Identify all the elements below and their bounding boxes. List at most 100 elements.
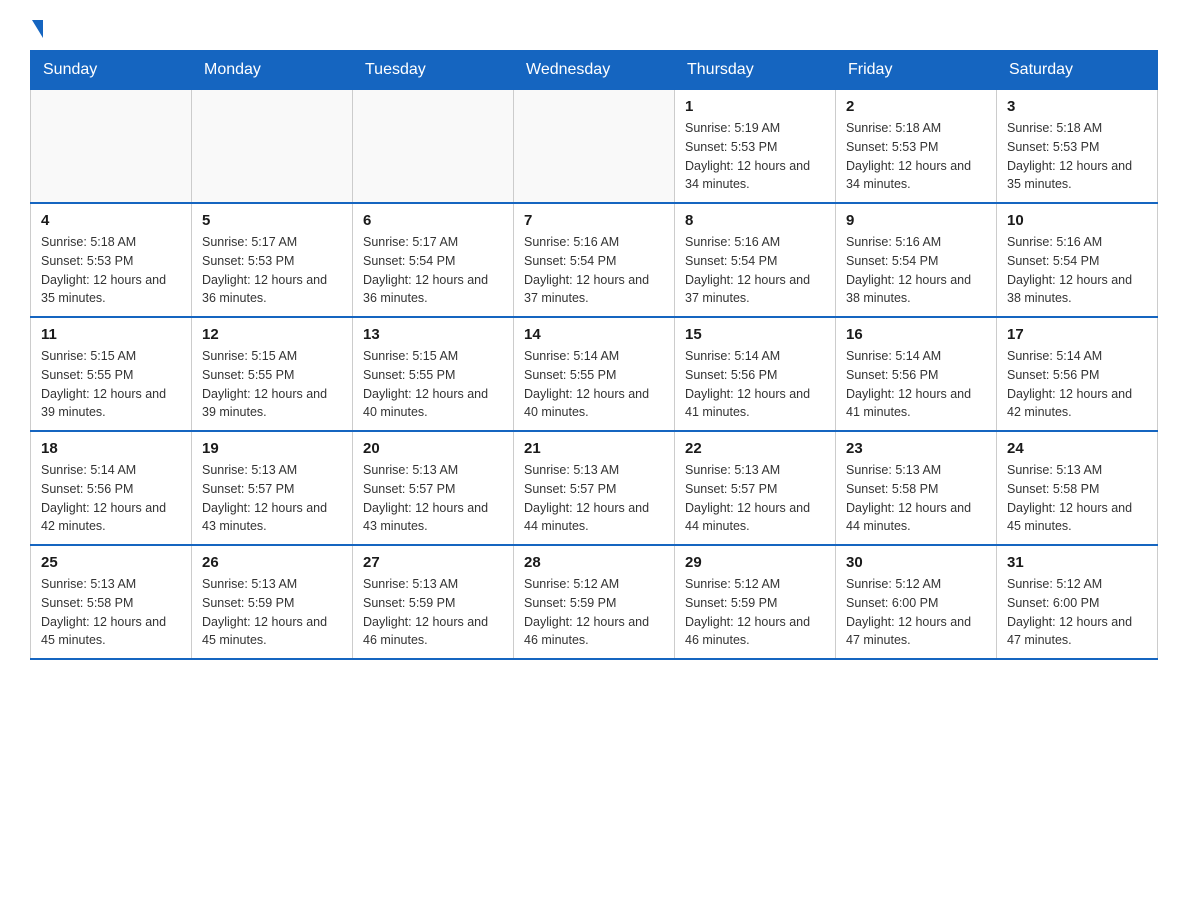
day-info: Sunrise: 5:15 AM Sunset: 5:55 PM Dayligh… <box>41 347 181 422</box>
day-info: Sunrise: 5:13 AM Sunset: 5:59 PM Dayligh… <box>202 575 342 650</box>
weekday-header-thursday: Thursday <box>675 51 836 90</box>
day-info: Sunrise: 5:19 AM Sunset: 5:53 PM Dayligh… <box>685 119 825 194</box>
calendar-cell: 27 Sunrise: 5:13 AM Sunset: 5:59 PM Dayli… <box>353 545 514 659</box>
day-number: 31 <box>1007 554 1147 571</box>
weekday-header-sunday: Sunday <box>31 51 192 90</box>
page-header <box>30 20 1158 30</box>
day-info: Sunrise: 5:17 AM Sunset: 5:53 PM Dayligh… <box>202 233 342 308</box>
day-number: 25 <box>41 554 181 571</box>
calendar-cell: 30Sunrise: 5:12 AM Sunset: 6:00 PM Dayli… <box>836 545 997 659</box>
day-info: Sunrise: 5:13 AM Sunset: 5:57 PM Dayligh… <box>363 461 503 536</box>
calendar-cell: 29 Sunrise: 5:12 AM Sunset: 5:59 PM Dayli… <box>675 545 836 659</box>
logo-triangle-icon <box>32 20 43 38</box>
weekday-header-tuesday: Tuesday <box>353 51 514 90</box>
calendar-week-row: 11 Sunrise: 5:15 AM Sunset: 5:55 PM Dayli… <box>31 317 1158 431</box>
day-info: Sunrise: 5:18 AM Sunset: 5:53 PM Dayligh… <box>846 119 986 194</box>
day-info: Sunrise: 5:14 AM Sunset: 5:56 PM Dayligh… <box>685 347 825 422</box>
weekday-header-wednesday: Wednesday <box>514 51 675 90</box>
day-info: Sunrise: 5:13 AM Sunset: 5:58 PM Dayligh… <box>41 575 181 650</box>
day-info: Sunrise: 5:16 AM Sunset: 5:54 PM Dayligh… <box>685 233 825 308</box>
calendar-cell <box>514 90 675 204</box>
calendar-cell: 28 Sunrise: 5:12 AM Sunset: 5:59 PM Dayli… <box>514 545 675 659</box>
day-number: 28 <box>524 554 664 571</box>
calendar-cell: 6Sunrise: 5:17 AM Sunset: 5:54 PM Daylig… <box>353 203 514 317</box>
day-info: Sunrise: 5:13 AM Sunset: 5:58 PM Dayligh… <box>1007 461 1147 536</box>
day-number: 27 <box>363 554 503 571</box>
day-number: 19 <box>202 440 342 457</box>
calendar-table: SundayMondayTuesdayWednesdayThursdayFrid… <box>30 50 1158 660</box>
day-number: 8 <box>685 212 825 229</box>
day-number: 9 <box>846 212 986 229</box>
calendar-cell: 8 Sunrise: 5:16 AM Sunset: 5:54 PM Daylig… <box>675 203 836 317</box>
day-number: 3 <box>1007 98 1147 115</box>
day-info: Sunrise: 5:14 AM Sunset: 5:56 PM Dayligh… <box>1007 347 1147 422</box>
day-info: Sunrise: 5:16 AM Sunset: 5:54 PM Dayligh… <box>524 233 664 308</box>
calendar-header-row: SundayMondayTuesdayWednesdayThursdayFrid… <box>31 51 1158 90</box>
day-info: Sunrise: 5:12 AM Sunset: 6:00 PM Dayligh… <box>846 575 986 650</box>
day-number: 17 <box>1007 326 1147 343</box>
calendar-cell: 19 Sunrise: 5:13 AM Sunset: 5:57 PM Dayli… <box>192 431 353 545</box>
day-number: 1 <box>685 98 825 115</box>
day-info: Sunrise: 5:15 AM Sunset: 5:55 PM Dayligh… <box>363 347 503 422</box>
calendar-cell: 26 Sunrise: 5:13 AM Sunset: 5:59 PM Dayli… <box>192 545 353 659</box>
calendar-cell: 9 Sunrise: 5:16 AM Sunset: 5:54 PM Daylig… <box>836 203 997 317</box>
day-number: 2 <box>846 98 986 115</box>
calendar-cell: 21Sunrise: 5:13 AM Sunset: 5:57 PM Dayli… <box>514 431 675 545</box>
logo <box>30 20 43 30</box>
calendar-cell: 25 Sunrise: 5:13 AM Sunset: 5:58 PM Dayli… <box>31 545 192 659</box>
day-number: 24 <box>1007 440 1147 457</box>
day-info: Sunrise: 5:14 AM Sunset: 5:55 PM Dayligh… <box>524 347 664 422</box>
calendar-cell <box>31 90 192 204</box>
day-info: Sunrise: 5:14 AM Sunset: 5:56 PM Dayligh… <box>846 347 986 422</box>
day-number: 5 <box>202 212 342 229</box>
calendar-cell <box>353 90 514 204</box>
calendar-cell <box>192 90 353 204</box>
day-info: Sunrise: 5:15 AM Sunset: 5:55 PM Dayligh… <box>202 347 342 422</box>
calendar-cell: 12 Sunrise: 5:15 AM Sunset: 5:55 PM Dayli… <box>192 317 353 431</box>
day-number: 23 <box>846 440 986 457</box>
day-number: 18 <box>41 440 181 457</box>
day-info: Sunrise: 5:12 AM Sunset: 6:00 PM Dayligh… <box>1007 575 1147 650</box>
day-info: Sunrise: 5:18 AM Sunset: 5:53 PM Dayligh… <box>1007 119 1147 194</box>
day-info: Sunrise: 5:13 AM Sunset: 5:57 PM Dayligh… <box>685 461 825 536</box>
day-number: 20 <box>363 440 503 457</box>
calendar-cell: 17 Sunrise: 5:14 AM Sunset: 5:56 PM Dayli… <box>997 317 1158 431</box>
calendar-week-row: 25 Sunrise: 5:13 AM Sunset: 5:58 PM Dayli… <box>31 545 1158 659</box>
day-number: 4 <box>41 212 181 229</box>
day-info: Sunrise: 5:14 AM Sunset: 5:56 PM Dayligh… <box>41 461 181 536</box>
day-info: Sunrise: 5:12 AM Sunset: 5:59 PM Dayligh… <box>524 575 664 650</box>
calendar-cell: 22 Sunrise: 5:13 AM Sunset: 5:57 PM Dayli… <box>675 431 836 545</box>
day-number: 12 <box>202 326 342 343</box>
calendar-cell: 3 Sunrise: 5:18 AM Sunset: 5:53 PM Daylig… <box>997 90 1158 204</box>
day-number: 10 <box>1007 212 1147 229</box>
calendar-cell: 11 Sunrise: 5:15 AM Sunset: 5:55 PM Dayli… <box>31 317 192 431</box>
calendar-cell: 10 Sunrise: 5:16 AM Sunset: 5:54 PM Dayli… <box>997 203 1158 317</box>
weekday-header-monday: Monday <box>192 51 353 90</box>
day-number: 22 <box>685 440 825 457</box>
calendar-cell: 23 Sunrise: 5:13 AM Sunset: 5:58 PM Dayli… <box>836 431 997 545</box>
day-number: 15 <box>685 326 825 343</box>
day-info: Sunrise: 5:12 AM Sunset: 5:59 PM Dayligh… <box>685 575 825 650</box>
day-info: Sunrise: 5:16 AM Sunset: 5:54 PM Dayligh… <box>846 233 986 308</box>
calendar-cell: 31 Sunrise: 5:12 AM Sunset: 6:00 PM Dayli… <box>997 545 1158 659</box>
calendar-cell: 14 Sunrise: 5:14 AM Sunset: 5:55 PM Dayli… <box>514 317 675 431</box>
day-number: 14 <box>524 326 664 343</box>
day-info: Sunrise: 5:13 AM Sunset: 5:59 PM Dayligh… <box>363 575 503 650</box>
calendar-week-row: 1 Sunrise: 5:19 AM Sunset: 5:53 PM Daylig… <box>31 90 1158 204</box>
calendar-cell: 7 Sunrise: 5:16 AM Sunset: 5:54 PM Daylig… <box>514 203 675 317</box>
day-info: Sunrise: 5:16 AM Sunset: 5:54 PM Dayligh… <box>1007 233 1147 308</box>
calendar-cell: 24 Sunrise: 5:13 AM Sunset: 5:58 PM Dayli… <box>997 431 1158 545</box>
day-info: Sunrise: 5:13 AM Sunset: 5:57 PM Dayligh… <box>202 461 342 536</box>
day-info: Sunrise: 5:18 AM Sunset: 5:53 PM Dayligh… <box>41 233 181 308</box>
day-number: 6 <box>363 212 503 229</box>
calendar-cell: 16 Sunrise: 5:14 AM Sunset: 5:56 PM Dayli… <box>836 317 997 431</box>
day-number: 26 <box>202 554 342 571</box>
weekday-header-friday: Friday <box>836 51 997 90</box>
day-number: 7 <box>524 212 664 229</box>
calendar-cell: 20 Sunrise: 5:13 AM Sunset: 5:57 PM Dayli… <box>353 431 514 545</box>
day-number: 16 <box>846 326 986 343</box>
day-number: 29 <box>685 554 825 571</box>
day-info: Sunrise: 5:13 AM Sunset: 5:58 PM Dayligh… <box>846 461 986 536</box>
day-number: 11 <box>41 326 181 343</box>
calendar-week-row: 4 Sunrise: 5:18 AM Sunset: 5:53 PM Daylig… <box>31 203 1158 317</box>
